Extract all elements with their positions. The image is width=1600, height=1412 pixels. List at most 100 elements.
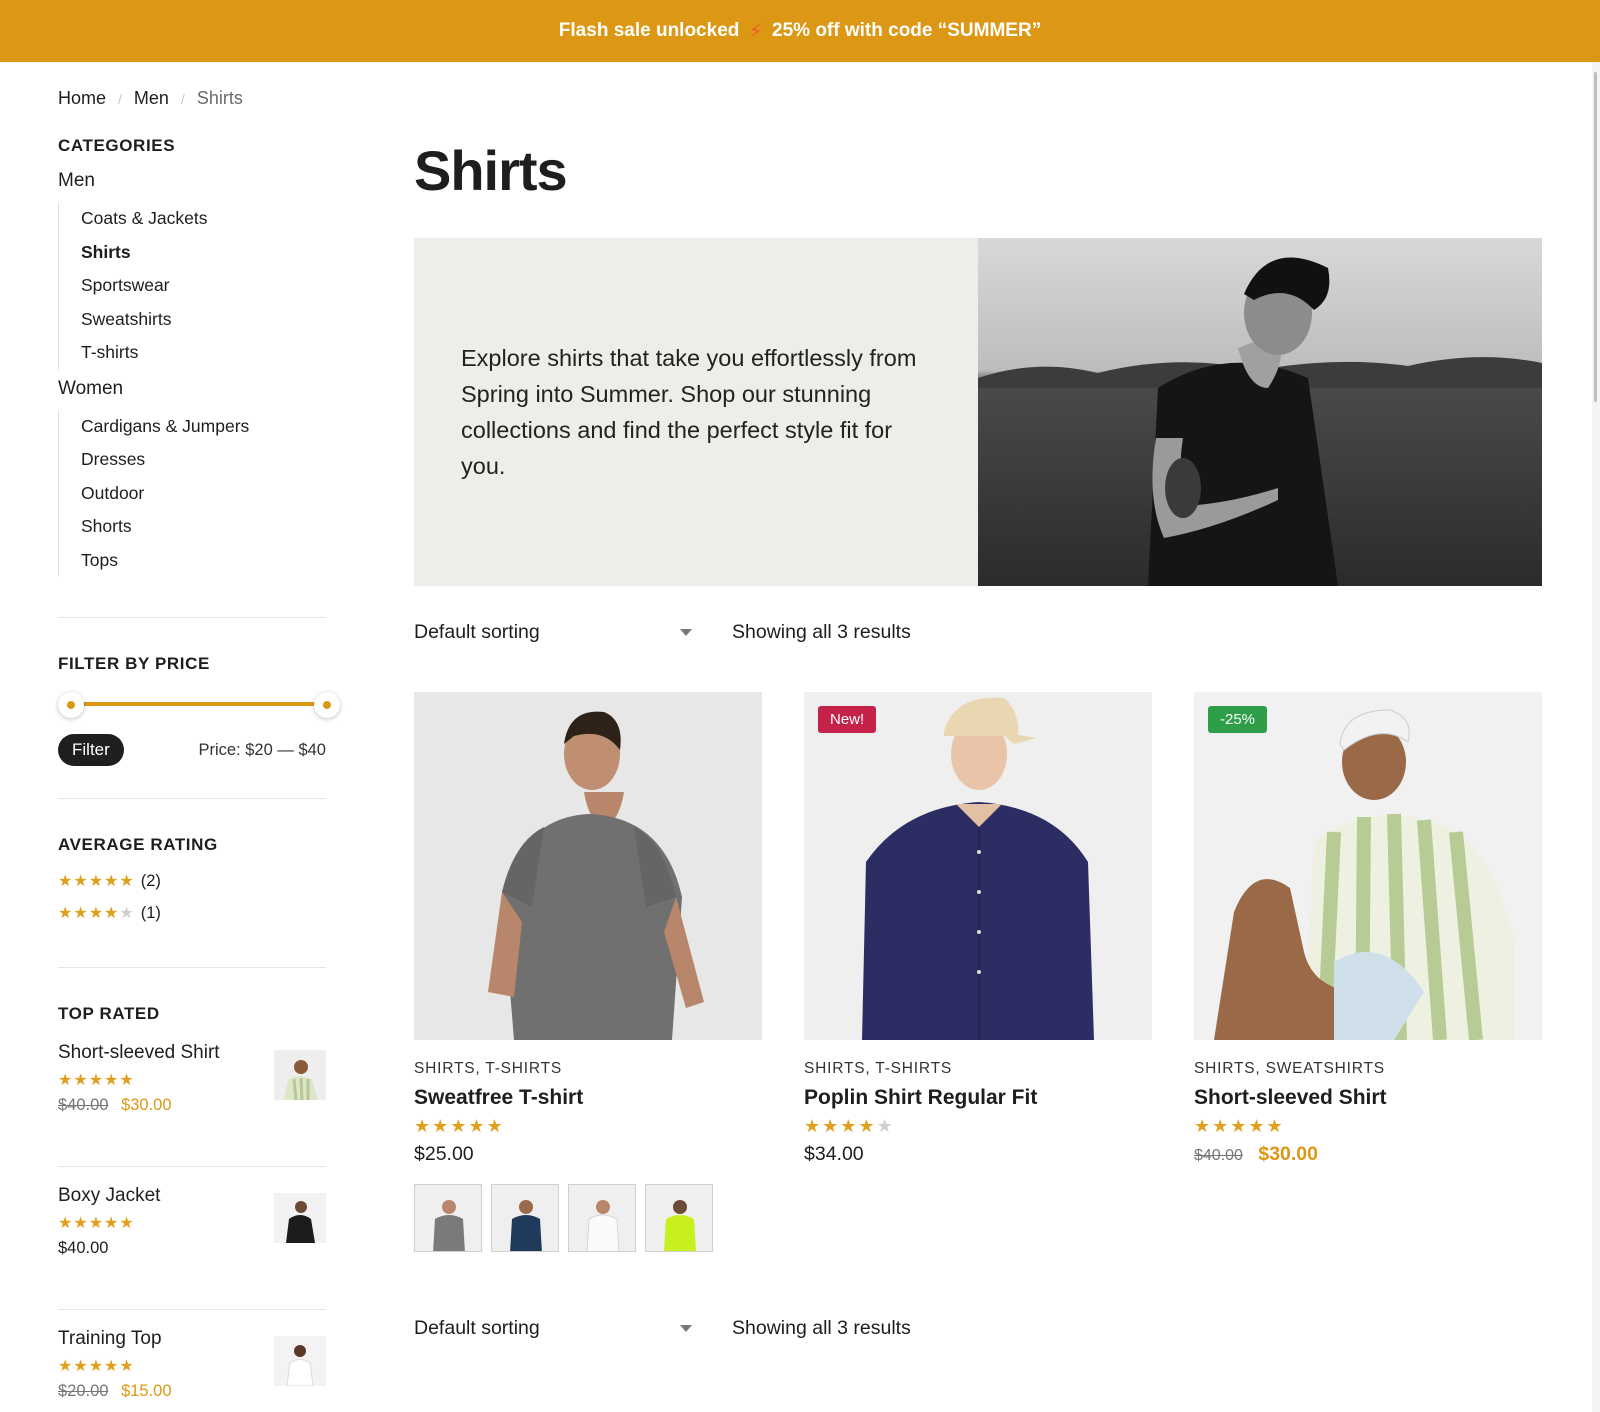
breadcrumb-current: Shirts [196, 88, 243, 108]
product-image[interactable] [414, 692, 762, 1040]
sale-price: $15.00 [121, 1382, 172, 1400]
hero-description: Explore shirts that take you effortlessl… [461, 345, 917, 479]
product-thumbnail[interactable] [274, 1193, 326, 1243]
category-list-women: Cardigans & Jumpers Dresses Outdoor Shor… [58, 409, 326, 578]
sale-badge: -25% [1208, 706, 1268, 733]
product-price: $40.00 $30.00 [1194, 1143, 1542, 1166]
catalog-toolbar-top: Default sorting Showing all 3 results [414, 612, 1542, 652]
category-hero: Explore shirts that take you effortlessl… [414, 238, 1542, 586]
product-thumbnail[interactable] [274, 1050, 326, 1100]
filter-price-title: FILTER BY PRICE [58, 654, 210, 673]
product-image[interactable]: New! [804, 692, 1152, 1040]
price-range-label: Price: $20 — $40 [198, 740, 327, 759]
breadcrumb-home[interactable]: Home [58, 88, 106, 109]
category-item-cardigans-jumpers[interactable]: Cardigans & Jumpers [81, 410, 326, 444]
category-item-sweatshirts[interactable]: Sweatshirts [81, 303, 326, 337]
price-slider[interactable] [58, 692, 340, 718]
banner-text-right: 25% off with code “SUMMER” [772, 20, 1042, 41]
rating-filter-4[interactable]: ★★★★★ (1) [58, 897, 326, 929]
product-card: New! SHIRTS, T-SHIRTS Poplin Shirt Regul… [804, 692, 1152, 1252]
price-slider-range [72, 702, 326, 706]
top-rated-title: TOP RATED [58, 1004, 160, 1023]
scrollbar[interactable] [1592, 62, 1600, 1412]
old-price: $20.00 [58, 1382, 109, 1400]
category-item-dresses[interactable]: Dresses [81, 443, 326, 477]
product-thumbnail[interactable] [274, 1336, 326, 1386]
color-swatches [414, 1184, 762, 1252]
sort-select-value: Default sorting [414, 620, 540, 643]
breadcrumb: Home / Men / Shirts [58, 88, 243, 109]
product-categories[interactable]: SHIRTS, T-SHIRTS [414, 1060, 762, 1078]
sort-select[interactable]: Default sorting [414, 621, 696, 644]
category-men[interactable]: Men [58, 170, 326, 192]
breadcrumb-men[interactable]: Men [134, 88, 169, 109]
hero-text-panel: Explore shirts that take you effortlessl… [414, 238, 978, 586]
price-slider-min-handle[interactable] [58, 692, 84, 718]
new-badge: New! [818, 706, 877, 733]
category-item-coats-jackets[interactable]: Coats & Jackets [81, 202, 326, 236]
swatch-navy[interactable] [491, 1184, 559, 1252]
category-item-shorts[interactable]: Shorts [81, 510, 326, 544]
sort-select[interactable]: Default sorting [414, 1317, 696, 1340]
product-price: $25.00 [414, 1143, 474, 1165]
product-title[interactable]: Poplin Shirt Regular Fit [804, 1086, 1152, 1110]
product-categories[interactable]: SHIRTS, SWEATSHIRTS [1194, 1060, 1542, 1078]
categories-title: CATEGORIES [58, 136, 176, 155]
catalog-toolbar-bottom: Default sorting Showing all 3 results [414, 1308, 1542, 1348]
breadcrumb-separator: / [180, 90, 185, 107]
top-rated-item[interactable]: Training Top ★★★★★ $20.00 $15.00 [58, 1328, 326, 1412]
top-rated-item[interactable]: Short-sleeved Shirt ★★★★★ $40.00 $30.00 [58, 1042, 326, 1166]
page-title: Shirts [414, 139, 568, 202]
rating-count: (2) [140, 871, 161, 890]
sort-select-value: Default sorting [414, 1316, 540, 1339]
star-rating-icon: ★★★★★ [414, 1116, 505, 1136]
product-image[interactable]: -25% [1194, 692, 1542, 1040]
result-count: Showing all 3 results [732, 1316, 911, 1339]
divider [58, 798, 326, 799]
product-card: SHIRTS, T-SHIRTS Sweatfree T-shirt ★★★★★… [414, 692, 762, 1252]
category-item-outdoor[interactable]: Outdoor [81, 477, 326, 511]
category-item-sportswear[interactable]: Sportswear [81, 269, 326, 303]
sale-price: $30.00 [121, 1096, 172, 1114]
product-card: -25% SHIRTS, SWEATSHIRTS Short-sleeved S… [1194, 692, 1542, 1252]
price-slider-max-handle[interactable] [314, 692, 340, 718]
rating-count: (1) [140, 903, 161, 922]
divider [58, 617, 326, 618]
sale-price: $30.00 [1258, 1143, 1319, 1165]
old-price: $40.00 [58, 1096, 109, 1114]
product-categories[interactable]: SHIRTS, T-SHIRTS [804, 1060, 1152, 1078]
star-rating-icon: ★★★★★ [58, 873, 135, 890]
product-title[interactable]: Sweatfree T-shirt [414, 1086, 762, 1110]
swatch-white[interactable] [568, 1184, 636, 1252]
sidebar: CATEGORIES Men Coats & Jackets Shirts Sp… [58, 136, 340, 1412]
breadcrumb-separator: / [118, 90, 122, 107]
category-item-t-shirts[interactable]: T-shirts [81, 336, 326, 370]
lightning-icon: ⚡ [749, 20, 763, 41]
hero-image [978, 238, 1542, 586]
chevron-down-icon [680, 1324, 692, 1332]
category-item-shirts[interactable]: Shirts [81, 236, 326, 270]
product-title[interactable]: Short-sleeved Shirt [1194, 1086, 1542, 1110]
average-rating-title: AVERAGE RATING [58, 835, 218, 854]
old-price: $40.00 [1194, 1147, 1243, 1164]
divider [58, 1309, 326, 1310]
filter-button[interactable]: Filter [58, 734, 124, 766]
star-rating-icon: ★★★★★ [58, 905, 135, 922]
promo-banner: Flash sale unlocked ⚡ 25% off with code … [0, 0, 1600, 62]
rating-filter-5[interactable]: ★★★★★ (2) [58, 865, 326, 897]
scrollbar-thumb[interactable] [1594, 72, 1597, 402]
banner-text-left: Flash sale unlocked [558, 20, 740, 41]
top-rated-item[interactable]: Boxy Jacket ★★★★★ $40.00 [58, 1185, 326, 1309]
chevron-down-icon [680, 628, 692, 636]
result-count: Showing all 3 results [732, 620, 911, 643]
swatch-lime[interactable] [645, 1184, 713, 1252]
swatch-grey[interactable] [414, 1184, 482, 1252]
main-content: Shirts Explore shirts that take you effo… [414, 136, 1542, 1339]
divider [58, 967, 326, 968]
product-grid: SHIRTS, T-SHIRTS Sweatfree T-shirt ★★★★★… [414, 692, 1542, 1252]
divider [58, 1166, 326, 1167]
category-item-tops[interactable]: Tops [81, 544, 326, 578]
product-price: $34.00 [804, 1143, 864, 1165]
category-women[interactable]: Women [58, 378, 326, 400]
category-list-men: Coats & Jackets Shirts Sportswear Sweats… [58, 202, 326, 370]
